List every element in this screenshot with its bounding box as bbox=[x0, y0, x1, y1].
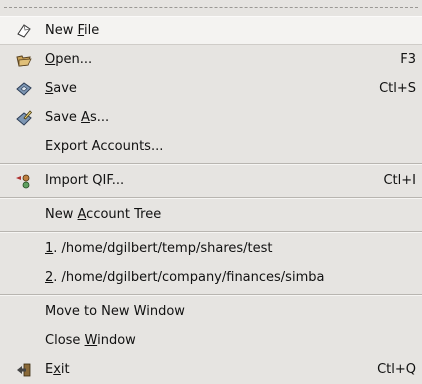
menu-item-recent-file-2[interactable]: 2. /home/dgilbert/company/finances/simba bbox=[0, 263, 422, 292]
open-folder-icon bbox=[14, 50, 34, 70]
menu-item-save[interactable]: Save Ctl+S bbox=[0, 74, 422, 103]
menu-item-save-as[interactable]: Save As... bbox=[0, 103, 422, 132]
menu-item-move-to-new-window[interactable]: Move to New Window bbox=[0, 297, 422, 326]
menu-item-new-account-tree[interactable]: New Account Tree bbox=[0, 200, 422, 229]
menu-item-close-window[interactable]: Close Window bbox=[0, 326, 422, 355]
save-icon bbox=[14, 79, 34, 99]
exit-icon bbox=[14, 360, 34, 380]
import-icon bbox=[14, 171, 34, 191]
menu-item-open[interactable]: Open... F3 bbox=[0, 45, 422, 74]
menu-item-import-qif[interactable]: Import QIF... Ctl+I bbox=[0, 166, 422, 195]
menu-item-recent-file-1[interactable]: 1. /home/dgilbert/temp/shares/test bbox=[0, 234, 422, 263]
save-as-icon bbox=[14, 108, 34, 128]
menu-item-export-accounts[interactable]: Export Accounts... bbox=[0, 132, 422, 161]
menu-item-new-file[interactable]: New File bbox=[0, 16, 422, 45]
file-menu: New File Open... F3 Save Ctl+S Save As..… bbox=[0, 0, 422, 380]
new-file-icon bbox=[14, 21, 34, 41]
tearoff-handle[interactable] bbox=[0, 0, 422, 16]
